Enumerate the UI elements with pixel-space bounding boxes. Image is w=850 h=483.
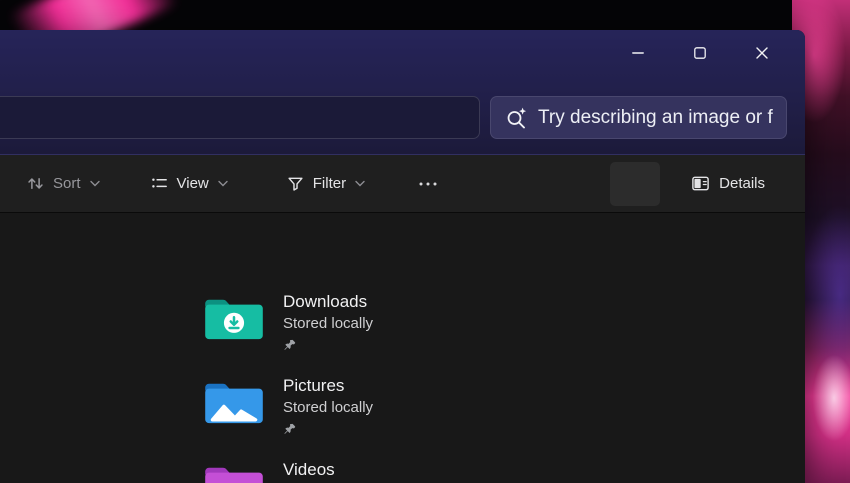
details-label: Details <box>719 175 765 192</box>
chevron-down-icon <box>218 180 228 187</box>
file-name: Pictures <box>283 375 373 397</box>
chevron-down-icon <box>90 180 100 187</box>
search-box[interactable] <box>490 96 787 139</box>
view-label: View <box>177 175 209 192</box>
explorer-window: Sort View Filter <box>0 30 805 483</box>
caption-buttons <box>607 30 793 76</box>
titlebar[interactable] <box>0 30 805 155</box>
details-pane-icon <box>690 174 711 193</box>
sort-button[interactable]: Sort <box>22 168 104 199</box>
more-options-button[interactable] <box>413 168 443 200</box>
view-button[interactable]: View <box>146 168 232 199</box>
search-input[interactable] <box>538 107 778 129</box>
close-button[interactable] <box>731 30 793 76</box>
command-bar: Sort View Filter <box>0 155 805 213</box>
view-icon <box>150 174 169 193</box>
downloads-folder-icon <box>203 295 265 343</box>
file-name: Downloads <box>283 291 373 313</box>
file-meta: Downloads Stored locally <box>283 291 373 352</box>
file-meta: Pictures Stored locally <box>283 375 373 436</box>
file-status: Stored locally <box>283 397 373 418</box>
filter-button[interactable]: Filter <box>282 168 369 199</box>
ai-search-icon <box>504 106 528 130</box>
filter-icon <box>286 174 305 193</box>
chevron-down-icon <box>355 180 365 187</box>
minimize-button[interactable] <box>607 30 669 76</box>
maximize-icon <box>694 47 706 59</box>
minimize-icon <box>632 47 644 59</box>
file-status: Stored locally <box>283 313 373 334</box>
sort-label: Sort <box>53 175 81 192</box>
close-icon <box>756 47 768 59</box>
pin-icon <box>283 423 296 436</box>
videos-folder-icon <box>203 463 265 483</box>
details-button[interactable]: Details <box>686 168 769 199</box>
pictures-folder-icon <box>203 379 265 427</box>
address-bar[interactable] <box>0 96 480 139</box>
desktop: Sort View Filter <box>0 0 850 483</box>
file-item-videos[interactable]: Videos <box>203 459 805 483</box>
file-name: Videos <box>283 459 335 481</box>
ellipsis-icon <box>417 174 439 194</box>
file-item-pictures[interactable]: Pictures Stored locally <box>203 375 805 459</box>
address-search-row <box>0 96 805 140</box>
maximize-button[interactable] <box>669 30 731 76</box>
file-meta: Videos <box>283 459 335 481</box>
pin-icon <box>283 339 296 352</box>
file-item-downloads[interactable]: Downloads Stored locally <box>203 291 805 375</box>
toolbar-blank-button[interactable] <box>610 162 660 206</box>
file-list: Downloads Stored locally Pictures Stored… <box>0 214 805 483</box>
sort-icon <box>26 174 45 193</box>
filter-label: Filter <box>313 175 346 192</box>
